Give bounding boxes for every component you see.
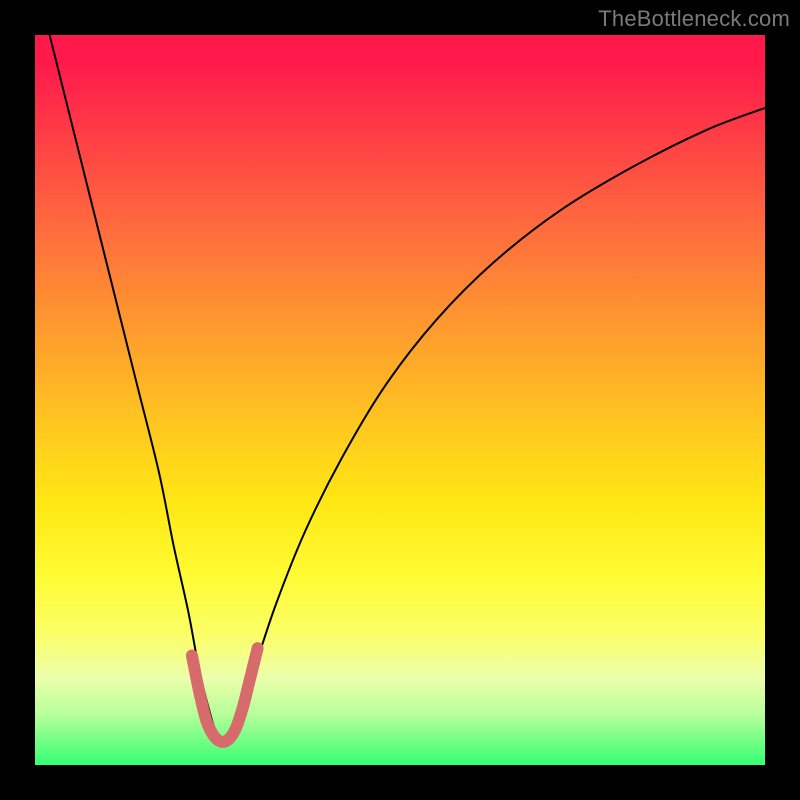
curve-svg [35, 35, 765, 765]
plot-area [35, 35, 765, 765]
bottleneck-highlight [192, 648, 258, 742]
watermark-text: TheBottleneck.com [598, 6, 790, 32]
chart-frame: TheBottleneck.com [0, 0, 800, 800]
bottleneck-curve [50, 35, 765, 742]
